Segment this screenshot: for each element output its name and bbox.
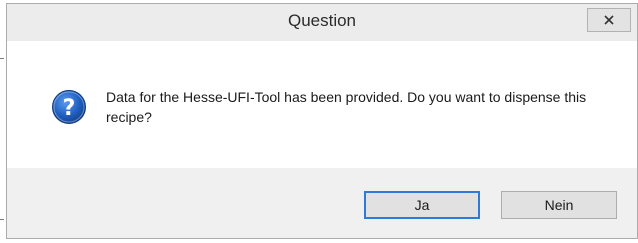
question-icon: ?: [52, 90, 86, 124]
close-button[interactable]: [587, 8, 631, 32]
button-bar: Ja Nein: [7, 168, 637, 238]
no-button[interactable]: Nein: [501, 191, 617, 219]
dialog-message: Data for the Hesse-UFI-Tool has been pro…: [106, 89, 587, 125]
close-icon: [604, 15, 614, 25]
question-dialog: Question ? Data for the Hesse-UFI-Tool h…: [6, 3, 638, 239]
dialog-title: Question: [287, 11, 357, 30]
background-window-edge: [0, 58, 4, 220]
title-bar[interactable]: Question: [7, 4, 637, 41]
yes-button[interactable]: Ja: [364, 191, 480, 219]
dialog-content: ? Data for the Hesse-UFI-Tool has been p…: [7, 41, 637, 168]
svg-text:?: ?: [63, 96, 76, 121]
